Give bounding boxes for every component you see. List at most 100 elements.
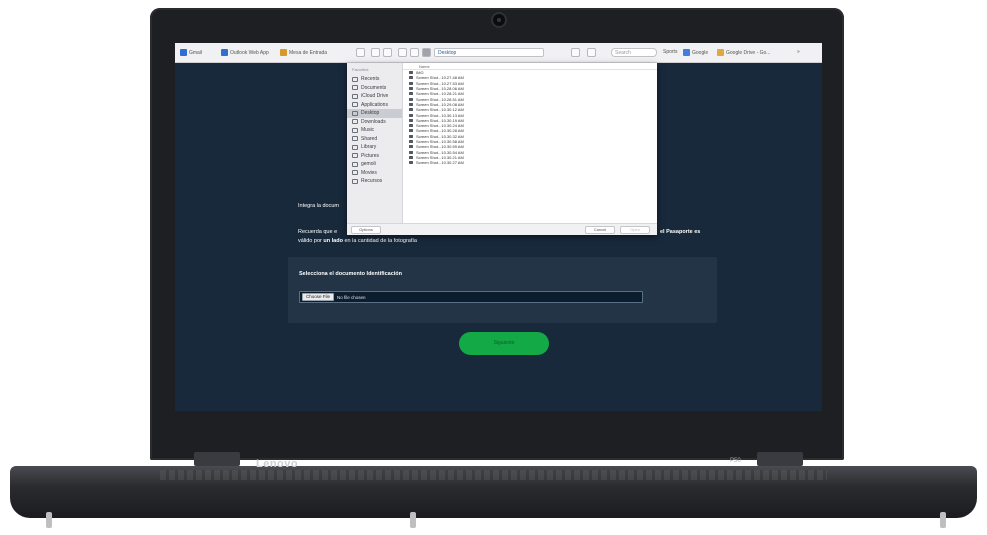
bookmark-sports[interactable]: Sports: [663, 49, 677, 55]
image-file-icon: [409, 108, 413, 112]
share-button[interactable]: [571, 48, 580, 57]
file-name: Screen Shot...10.27.53 AM: [416, 80, 464, 86]
image-file-icon: [409, 92, 413, 96]
file-name: IMG: [416, 70, 424, 76]
sidebar-item-downloads[interactable]: Downloads: [347, 118, 402, 127]
bookmark-icon: [180, 49, 187, 56]
list-view-button[interactable]: [410, 48, 419, 57]
drive-icon: [717, 49, 724, 56]
sidebar-item-applications[interactable]: Applications: [347, 101, 402, 110]
bookmark-icon: [221, 49, 228, 56]
image-file-icon: [409, 87, 413, 91]
bookmark-google-drive[interactable]: Google Drive - Go...: [717, 49, 770, 56]
model-label: P50: [730, 458, 741, 464]
bookmark-google[interactable]: Google: [683, 49, 708, 56]
back-button[interactable]: [371, 48, 380, 57]
column-view-button[interactable]: [422, 48, 431, 57]
image-file-icon: [409, 76, 413, 80]
sidebar-item-label: Shared: [361, 135, 378, 142]
sidebar-item-icloud-drive[interactable]: iCloud Drive: [347, 92, 402, 101]
note-line-2: válido por un lado en la cantidad de la …: [298, 238, 417, 244]
sidebar-item-pictures[interactable]: Pictures: [347, 152, 402, 161]
sidebar-item-gemoli[interactable]: gemoli: [347, 160, 402, 169]
bookmark-outlook[interactable]: Outlook Web App: [221, 49, 269, 56]
card-title: Selecciona el documento Identificación: [299, 271, 402, 277]
google-icon: [683, 49, 690, 56]
hinge-right: [757, 452, 803, 466]
sidebar-item-recursos[interactable]: Recursos: [347, 177, 402, 186]
file-name: Screen Shot...10.30.54 AM: [416, 149, 464, 155]
sidebar-item-label: Applications: [361, 101, 388, 108]
document-icon: [352, 85, 358, 91]
screen: Gmail Outlook Web App Mesa de Entrada De…: [175, 43, 822, 411]
cloud-icon: [352, 93, 358, 99]
file-name: Screen Shot...10.29.08 AM: [416, 101, 464, 107]
file-name: Screen Shot...10.30.32 AM: [416, 133, 464, 139]
submit-button[interactable]: Siguiente: [459, 332, 549, 355]
image-file-icon: [409, 129, 413, 133]
sidebar-item-library[interactable]: Library: [347, 143, 402, 152]
no-file-label: No file chosen: [337, 294, 366, 300]
file-picker-sidebar: Favorites Recents Documents iCloud Drive Ap…: [347, 63, 403, 223]
download-icon: [352, 119, 358, 125]
more-bookmarks[interactable]: »: [797, 49, 800, 55]
folder-icon: [352, 136, 358, 142]
image-file-icon: [409, 124, 413, 128]
icon-view-button[interactable]: [398, 48, 407, 57]
file-name: Screen Shot...10.30.21 AM: [416, 154, 464, 160]
bookmark-mesa-de-entrada[interactable]: Mesa de Entrada: [280, 49, 327, 56]
file-name: Screen Shot...10.28.21 AM: [416, 91, 464, 97]
cancel-button[interactable]: Cancel: [585, 226, 615, 234]
file-name: Screen Shot...10.30.59 AM: [416, 144, 464, 150]
image-file-icon: [409, 102, 413, 106]
image-file-icon: [409, 140, 413, 143]
image-file-icon: [409, 97, 413, 101]
file-row[interactable]: Screen Shot...10.30.27 AM: [403, 160, 657, 165]
file-name: Screen Shot...10.28.51 AM: [416, 96, 464, 102]
pictures-icon: [352, 153, 358, 159]
sidebar-item-recents[interactable]: Recents: [347, 75, 402, 84]
column-header-name[interactable]: Name: [403, 63, 657, 70]
file-input[interactable]: Choose File No file chosen: [299, 291, 643, 303]
folder-icon: [352, 144, 358, 150]
hinge-left: [194, 452, 240, 466]
favorites-heading: Favorites: [352, 67, 369, 72]
forward-button[interactable]: [383, 48, 392, 57]
tag-button[interactable]: [587, 48, 596, 57]
document-upload-card: Selecciona el documento Identificación C…: [288, 257, 717, 323]
image-file-icon: [409, 113, 413, 117]
image-file-icon: [409, 161, 413, 165]
sidebar-item-shared[interactable]: Shared: [347, 135, 402, 144]
dialog-footer: Options Cancel Open: [347, 223, 657, 235]
file-name: Screen Shot...10.27.48 AM: [416, 75, 464, 81]
file-name: Screen Shot...10.30.28 AM: [416, 128, 464, 134]
bookmark-icon: [280, 49, 287, 56]
file-name: Screen Shot...10.30.13 AM: [416, 112, 464, 118]
file-name: Screen Shot...10.30.12 AM: [416, 107, 464, 113]
search-input[interactable]: Search: [611, 48, 657, 57]
sidebar-item-documents[interactable]: Documents: [347, 84, 402, 93]
laptop-photo: Lenovo P50 Gmail Outlook Web App Mesa de…: [0, 0, 987, 535]
movies-icon: [352, 170, 358, 176]
sidebar-toggle-button[interactable]: [356, 48, 365, 57]
sidebar-item-music[interactable]: Music: [347, 126, 402, 135]
choose-file-button[interactable]: Choose File: [302, 293, 335, 301]
open-button[interactable]: Open: [620, 226, 650, 234]
sidebar-item-label: Movies: [361, 169, 377, 176]
desktop-icon: [352, 110, 358, 116]
bookmark-gmail[interactable]: Gmail: [180, 49, 202, 56]
sidebar-item-movies[interactable]: Movies: [347, 169, 402, 178]
sidebar-item-label: Library: [361, 144, 377, 151]
sidebar-item-desktop[interactable]: Desktop: [347, 109, 402, 118]
clock-icon: [352, 76, 358, 82]
file-name: Screen Shot...10.30.19 AM: [416, 117, 464, 123]
options-button[interactable]: Options: [351, 226, 381, 234]
folder-icon: [352, 178, 358, 184]
file-name: Screen Shot...10.28.06 AM: [416, 86, 464, 92]
laptop-foot-right: [940, 512, 946, 528]
image-file-icon: [409, 155, 413, 159]
file-picker-dialog: Favorites Recents Documents iCloud Drive Ap…: [347, 63, 657, 235]
folder-selector[interactable]: Desktop: [434, 48, 544, 57]
image-file-icon: [409, 81, 413, 85]
file-list: Name IMG Screen Shot...10.27.48 AM Screen …: [403, 63, 657, 223]
